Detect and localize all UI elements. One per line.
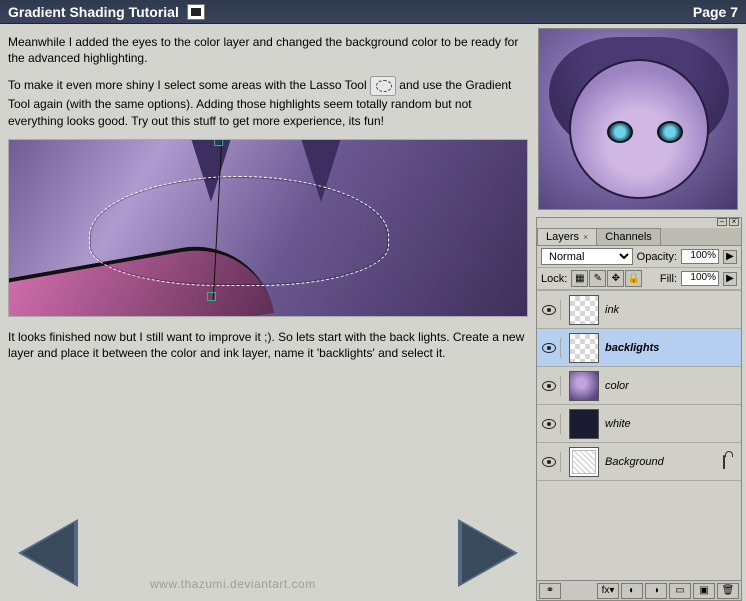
layer-row-color[interactable]: color: [537, 367, 741, 405]
link-layers-button[interactable]: ⚭: [539, 583, 561, 599]
fill-input[interactable]: 100%: [681, 271, 719, 286]
illustration-eye: [657, 121, 683, 143]
next-page-button[interactable]: [458, 519, 518, 587]
blend-opacity-row: Normal Opacity: 100% ▶: [537, 246, 741, 268]
tab-layers[interactable]: Layers×: [537, 228, 597, 245]
lock-label: Lock:: [541, 273, 567, 285]
new-group-button[interactable]: ▭: [669, 583, 691, 599]
layer-thumbnail: [569, 409, 599, 439]
demo-canvas: [8, 139, 528, 317]
layer-thumbnail: [569, 447, 599, 477]
panel-window-controls: – ×: [537, 218, 741, 228]
layer-name: ink: [605, 304, 717, 316]
layer-thumbnail: [569, 333, 599, 363]
layer-name: color: [605, 380, 717, 392]
panel-close-button[interactable]: ×: [729, 218, 739, 226]
layer-thumbnail: [569, 371, 599, 401]
layer-row-white[interactable]: white: [537, 405, 741, 443]
lock-button-group: ▦ ✎ ✥ 🔒: [571, 270, 642, 287]
eye-icon: [542, 343, 556, 353]
eye-icon: [542, 419, 556, 429]
layer-visibility-toggle[interactable]: [541, 338, 561, 358]
illustration-eye: [607, 121, 633, 143]
gradient-end-handle: [207, 292, 216, 301]
tutorial-title: Gradient Shading Tutorial: [8, 4, 179, 20]
layer-visibility-toggle[interactable]: [541, 414, 561, 434]
lasso-selection-marquee: [89, 176, 389, 286]
opacity-label: Opacity:: [637, 251, 677, 263]
opacity-input[interactable]: 100%: [681, 249, 719, 264]
fill-flyout-button[interactable]: ▶: [723, 272, 737, 286]
new-layer-button[interactable]: ▣: [693, 583, 715, 599]
lock-position-button[interactable]: ✥: [607, 270, 624, 287]
layer-name: backlights: [605, 342, 717, 354]
layer-row-background[interactable]: Background: [537, 443, 741, 481]
layer-row-ink[interactable]: ink: [537, 291, 741, 329]
title-bar: Gradient Shading Tutorial Page 7: [0, 0, 746, 24]
lock-transparency-button[interactable]: ▦: [571, 270, 588, 287]
opacity-flyout-button[interactable]: ▶: [723, 250, 737, 264]
blend-mode-select[interactable]: Normal: [541, 248, 633, 265]
layer-list: ink backlights color white Background: [537, 290, 741, 580]
fill-label: Fill:: [660, 273, 677, 285]
layer-visibility-toggle[interactable]: [541, 376, 561, 396]
tab-channels[interactable]: Channels: [596, 228, 660, 245]
panel-minimize-button[interactable]: –: [717, 218, 727, 226]
delete-layer-button[interactable]: 🗑: [717, 583, 739, 599]
eye-icon: [542, 305, 556, 315]
page-number: Page 7: [693, 4, 738, 20]
layer-row-backlights[interactable]: backlights: [537, 329, 741, 367]
paragraph-lasso: To make it even more shiny I select some…: [8, 76, 528, 128]
paragraph-backlights: It looks finished now but I still want t…: [8, 329, 528, 361]
layer-thumbnail: [569, 295, 599, 325]
watermark-text: www.thazumi.deviantart.com: [150, 577, 316, 591]
lock-fill-row: Lock: ▦ ✎ ✥ 🔒 Fill: 100% ▶: [537, 268, 741, 290]
close-tab-icon[interactable]: ×: [583, 232, 588, 242]
eye-icon: [542, 381, 556, 391]
lasso-tool-icon: [370, 76, 396, 96]
layers-panel-footer: ⚭ fx▾ ◐ ◑ ▭ ▣ 🗑: [537, 580, 741, 600]
gradient-tool-icon: [187, 4, 205, 20]
eye-icon: [542, 457, 556, 467]
add-mask-button[interactable]: ◐: [621, 583, 643, 599]
layer-visibility-toggle[interactable]: [541, 452, 561, 472]
layers-panel: – × Layers× Channels Normal Opacity: 100…: [536, 217, 742, 601]
layer-name: white: [605, 418, 717, 430]
layer-name: Background: [605, 456, 717, 468]
layer-fx-button[interactable]: fx▾: [597, 583, 619, 599]
paragraph-intro: Meanwhile I added the eyes to the color …: [8, 34, 528, 66]
layer-visibility-toggle[interactable]: [541, 300, 561, 320]
illustration-face: [569, 59, 709, 199]
panel-tabs: Layers× Channels: [537, 228, 741, 246]
adjustment-layer-button[interactable]: ◑: [645, 583, 667, 599]
layer-lock-icon: [723, 456, 737, 468]
tutorial-text-column: Meanwhile I added the eyes to the color …: [0, 24, 536, 361]
prev-page-button[interactable]: [18, 519, 78, 587]
result-preview: [538, 28, 738, 210]
gradient-start-handle: [214, 139, 223, 146]
lock-all-button[interactable]: 🔒: [625, 270, 642, 287]
lock-paint-button[interactable]: ✎: [589, 270, 606, 287]
